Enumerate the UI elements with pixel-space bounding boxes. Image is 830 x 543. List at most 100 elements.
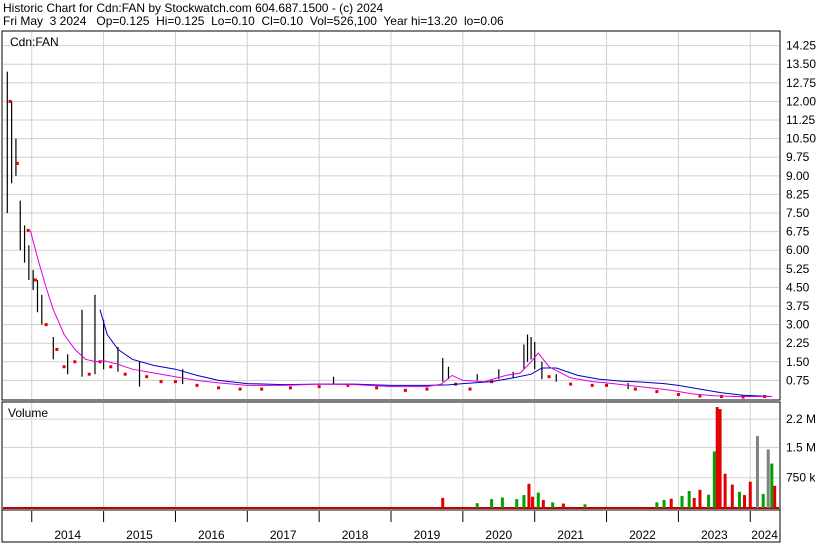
down-marker (8, 99, 12, 103)
down-marker (33, 278, 37, 282)
price-y-tick-label: 14.25 (786, 39, 816, 53)
volume-y-axis: 2.2 M 1.5 M 750 k (786, 412, 816, 485)
volume-bar (743, 495, 747, 508)
volume-bar (531, 496, 535, 508)
price-y-tick-label: 5.25 (786, 262, 810, 276)
price-y-tick-label: 3.75 (786, 299, 810, 313)
volume-bar (522, 495, 526, 508)
volume-bar (500, 497, 504, 508)
down-marker (159, 380, 163, 384)
time-axis-label: 2017 (270, 528, 297, 542)
down-marker (109, 365, 113, 369)
price-y-tick-label: 9.00 (786, 169, 810, 183)
volume-bar (662, 499, 666, 508)
volume-bar (707, 494, 711, 508)
volume-bar (712, 451, 716, 508)
price-y-tick-label: 0.75 (786, 373, 810, 387)
volume-bar (655, 502, 659, 508)
volume-bar (583, 504, 587, 508)
volume-bar (515, 499, 519, 508)
price-y-tick-label: 10.50 (786, 132, 816, 146)
time-axis-label: 2014 (54, 528, 81, 542)
price-y-tick-label: 11.25 (786, 113, 815, 127)
volume-y-tick-label: 750 k (786, 471, 816, 485)
down-marker (403, 388, 407, 392)
volume-bar (770, 463, 774, 508)
volume-bar (669, 498, 673, 508)
time-axis-label: 2021 (557, 528, 584, 542)
down-marker (145, 375, 149, 379)
volume-bar (737, 491, 741, 508)
down-marker (238, 387, 242, 391)
price-y-tick-label: 12.75 (786, 76, 816, 90)
down-marker (741, 395, 745, 399)
volume-bar (536, 492, 540, 508)
down-marker (590, 383, 594, 387)
down-marker (73, 360, 77, 364)
price-y-tick-label: 13.50 (786, 57, 816, 71)
down-marker (547, 375, 551, 379)
price-y-tick-label: 4.50 (786, 280, 810, 294)
time-axis-label: 2018 (342, 528, 369, 542)
volume-bar (761, 493, 765, 508)
time-axis-label: 2023 (701, 528, 728, 542)
down-marker (173, 380, 177, 384)
price-y-tick-label: 1.50 (786, 355, 810, 369)
price-y-tick-label: 2.25 (786, 336, 810, 350)
volume-bar (748, 481, 752, 508)
price-panel-title: Cdn:FAN (10, 35, 59, 49)
price-y-tick-label: 6.75 (786, 225, 810, 239)
volume-y-tick-label: 1.5 M (786, 440, 816, 454)
volume-bar (561, 503, 565, 508)
price-y-tick-label: 6.00 (786, 243, 810, 257)
down-marker (605, 383, 609, 387)
down-marker (55, 347, 59, 351)
time-axis-label: 2019 (414, 528, 441, 542)
volume-bar (541, 499, 545, 508)
down-marker (375, 386, 379, 390)
time-axis-label: 2015 (126, 528, 153, 542)
time-axis-label: 2020 (485, 528, 512, 542)
volume-bar (715, 407, 719, 508)
down-marker (44, 323, 48, 327)
price-y-tick-label: 7.50 (786, 206, 810, 220)
time-axis-label: 2024 (751, 528, 778, 542)
volume-bar (680, 495, 684, 508)
volume-bar (723, 473, 727, 508)
volume-y-tick-label: 2.2 M (786, 412, 816, 426)
volume-bar (766, 449, 770, 508)
volume-bar (441, 497, 445, 508)
volume-bar (730, 484, 734, 508)
price-y-tick-label: 9.75 (786, 150, 810, 164)
down-marker (260, 387, 264, 391)
price-y-axis: 14.25 13.50 12.75 12.00 11.25 10.50 9.75 9.00 8.… (786, 39, 816, 388)
down-marker (633, 387, 637, 391)
down-marker (288, 386, 292, 390)
down-marker (676, 393, 680, 397)
time-axis-label: 2016 (198, 528, 225, 542)
volume-bar (490, 499, 494, 508)
price-y-tick-label: 3.00 (786, 318, 810, 332)
volume-bar (698, 489, 702, 508)
volume-bar (687, 491, 691, 508)
volume-bar (527, 483, 531, 508)
time-axis-label: 2022 (629, 528, 656, 542)
down-marker (217, 386, 221, 390)
down-marker (468, 387, 472, 391)
down-marker (195, 383, 199, 387)
price-y-tick-label: 12.00 (786, 94, 816, 108)
volume-bar (755, 436, 759, 508)
volume-bar (475, 503, 479, 508)
volume-bar (773, 485, 777, 508)
down-marker (87, 372, 91, 376)
volume-bar (551, 502, 555, 508)
volume-panel-title: Volume (8, 406, 48, 420)
volume-bar (718, 409, 722, 508)
chart-canvas: 14.25 13.50 12.75 12.00 11.25 10.50 9.75 9.00 8.… (1, 30, 816, 543)
price-y-tick-label: 8.25 (786, 187, 810, 201)
down-marker (62, 365, 66, 369)
down-marker (26, 228, 30, 232)
down-marker (15, 161, 19, 165)
down-marker (317, 385, 321, 389)
down-marker (655, 390, 659, 394)
